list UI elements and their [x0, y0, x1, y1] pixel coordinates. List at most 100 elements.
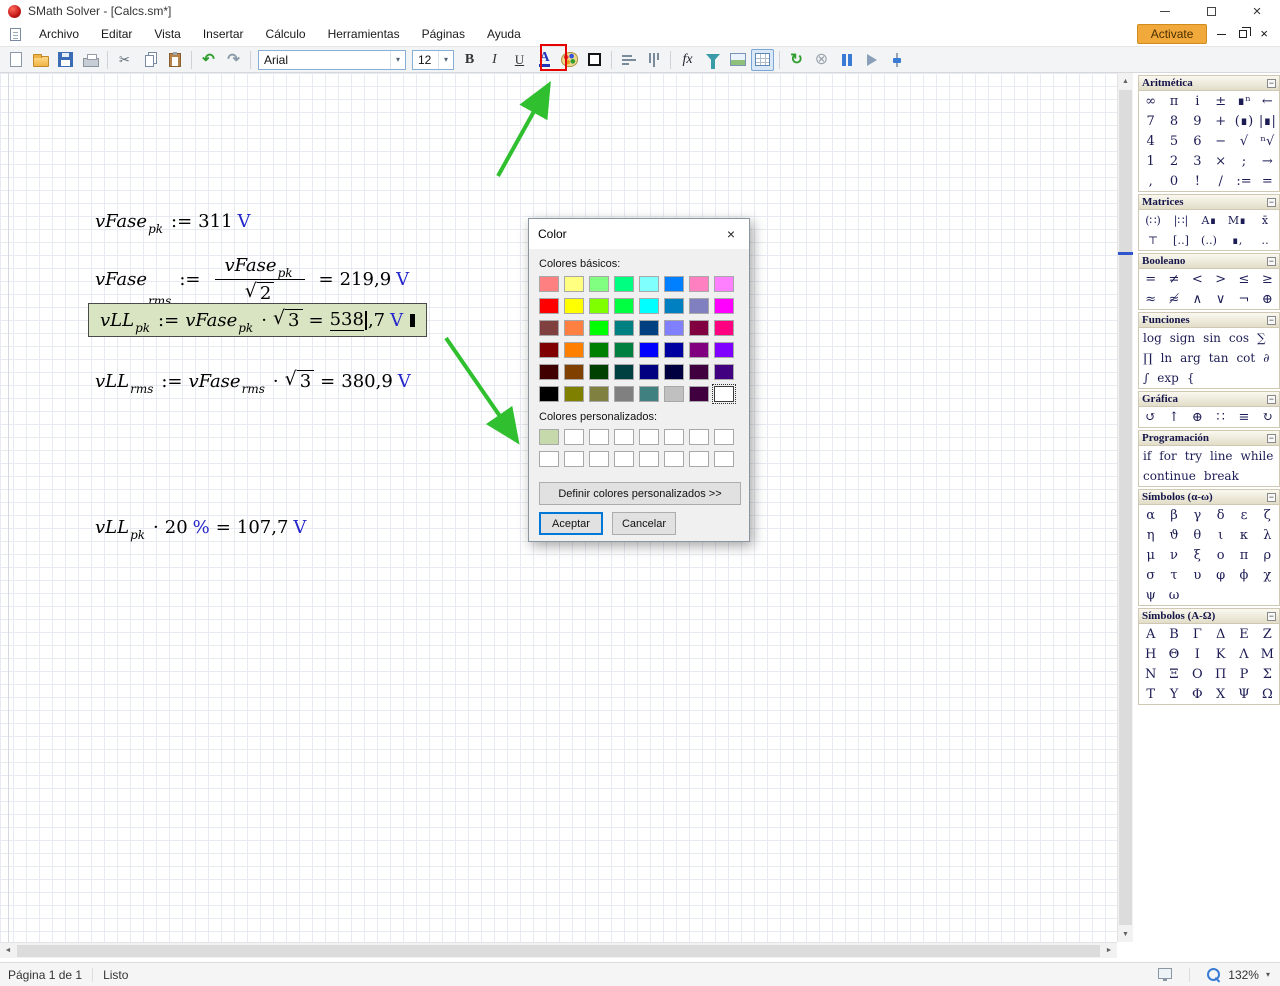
palette-item[interactable]: ∑ — [1253, 328, 1270, 348]
palette-item[interactable]: ∷ — [1209, 407, 1232, 427]
zoom-icon[interactable] — [1207, 968, 1221, 982]
formula-vll-pk-percent[interactable]: vLLpk·20%=107,7V — [95, 517, 306, 538]
menu-item[interactable]: Herramientas — [317, 24, 411, 44]
color-swatch[interactable] — [614, 451, 634, 467]
palette-item[interactable]: γ — [1186, 505, 1209, 525]
palette-item[interactable]: ∧ — [1186, 289, 1209, 309]
color-swatch[interactable] — [589, 386, 609, 402]
palette-item[interactable]: χ — [1256, 565, 1279, 585]
palette-item[interactable]: i — [1186, 91, 1209, 111]
paste-button[interactable] — [163, 49, 186, 71]
palette-item[interactable]: (‥) — [1195, 230, 1223, 250]
color-swatch[interactable] — [614, 364, 634, 380]
run-button[interactable] — [860, 49, 883, 71]
debug-button[interactable] — [885, 49, 908, 71]
color-swatch[interactable] — [589, 276, 609, 292]
insert-function-button[interactable]: fx — [676, 49, 699, 71]
palette-item[interactable]: := — [1232, 171, 1255, 191]
palette-item[interactable]: Μ — [1256, 644, 1279, 664]
collapse-icon[interactable]: − — [1267, 395, 1276, 404]
palette-item[interactable]: θ — [1186, 525, 1209, 545]
display-icon[interactable] — [1158, 968, 1172, 979]
palette-item[interactable]: ↑ — [1162, 407, 1185, 427]
zoom-dropdown-icon[interactable]: ▾ — [1266, 970, 1270, 979]
collapse-icon[interactable]: − — [1267, 493, 1276, 502]
font-family-select[interactable]: Arial ▾ — [258, 50, 406, 70]
color-swatch[interactable] — [614, 342, 634, 358]
palette-item[interactable]: 7 — [1139, 111, 1162, 131]
menu-item[interactable]: Vista — [143, 24, 191, 44]
palette-item[interactable]: ∏ — [1139, 348, 1157, 368]
italic-button[interactable]: I — [483, 49, 506, 71]
palette-item[interactable]: { — [1183, 368, 1199, 388]
font-color-button[interactable]: A — [533, 49, 556, 71]
formula-vfase-pk[interactable]: vFasepk:=311V — [95, 211, 251, 232]
palette-item[interactable]: ϕ — [1232, 565, 1255, 585]
palette-item[interactable]: ∨ — [1209, 289, 1232, 309]
palette-item[interactable]: Θ — [1162, 644, 1185, 664]
palette-item[interactable]: |∎| — [1256, 111, 1279, 131]
accept-button[interactable]: Aceptar — [539, 512, 603, 535]
formula-vll-pk-selected[interactable]: vLLpk:=vFasepk·√3=538,7V — [88, 303, 427, 337]
palette-item[interactable]: = — [1139, 269, 1162, 289]
border-button[interactable] — [583, 49, 606, 71]
palette-item[interactable]: while — [1237, 446, 1278, 466]
palette-item[interactable]: arg — [1176, 348, 1205, 368]
vertical-scroll-thumb[interactable] — [1119, 90, 1132, 925]
palette-item[interactable]: M∎ — [1223, 210, 1251, 230]
color-swatch[interactable] — [614, 429, 634, 445]
color-swatch[interactable] — [689, 298, 709, 314]
color-swatch[interactable] — [589, 429, 609, 445]
color-swatch[interactable] — [664, 320, 684, 336]
color-swatch[interactable] — [564, 429, 584, 445]
palette-item[interactable]: break — [1200, 466, 1243, 486]
menu-item[interactable]: Insertar — [192, 24, 255, 44]
menu-item[interactable]: Cálculo — [255, 24, 317, 44]
palette-item[interactable]: 4 — [1139, 131, 1162, 151]
palette-item[interactable]: Κ — [1209, 644, 1232, 664]
palette-item[interactable]: cos — [1225, 328, 1253, 348]
color-swatch[interactable] — [689, 364, 709, 380]
palette-item[interactable]: / — [1209, 171, 1232, 191]
palette-item[interactable]: for — [1155, 446, 1180, 466]
scroll-left-icon[interactable]: ◄ — [0, 943, 16, 959]
color-swatch[interactable] — [614, 320, 634, 336]
horizontal-scroll-thumb[interactable] — [17, 945, 1100, 957]
cut-button[interactable]: ✂ — [113, 49, 136, 71]
palette-item[interactable]: ∂ — [1259, 348, 1273, 368]
palette-item[interactable]: ± — [1209, 91, 1232, 111]
color-swatch[interactable] — [664, 386, 684, 402]
palette-item[interactable]: ← — [1256, 91, 1279, 111]
color-swatch[interactable] — [539, 364, 559, 380]
palette-item[interactable]: μ — [1139, 545, 1162, 565]
color-swatch[interactable] — [564, 451, 584, 467]
palette-item[interactable]: ∎ⁿ — [1232, 91, 1255, 111]
palette-item[interactable]: Δ — [1209, 624, 1232, 644]
palette-item[interactable]: |∷| — [1167, 210, 1195, 230]
palette-item[interactable]: ∞ — [1139, 91, 1162, 111]
palette-item[interactable]: Β — [1162, 624, 1185, 644]
palette-item[interactable]: 0 — [1162, 171, 1185, 191]
scroll-up-icon[interactable]: ▲ — [1118, 73, 1133, 89]
palette-item[interactable]: ο — [1209, 545, 1232, 565]
palette-item[interactable]: ↻ — [1256, 407, 1279, 427]
palette-item[interactable]: (∎) — [1232, 111, 1255, 131]
color-swatch[interactable] — [714, 298, 734, 314]
color-swatch[interactable] — [589, 364, 609, 380]
menu-item[interactable]: Editar — [90, 24, 143, 44]
color-swatch[interactable] — [664, 298, 684, 314]
palette-item[interactable]: A∎ — [1195, 210, 1223, 230]
panel-header-booleano[interactable]: Booleano− — [1139, 254, 1279, 269]
palette-item[interactable]: Ι — [1186, 644, 1209, 664]
horizontal-scrollbar[interactable]: ◄ ► — [0, 942, 1117, 958]
palette-item[interactable]: = — [1256, 171, 1279, 191]
panel-header-matrices[interactable]: Matrices− — [1139, 195, 1279, 210]
menu-item[interactable]: Archivo — [28, 24, 90, 44]
copy-button[interactable] — [138, 49, 161, 71]
maximize-button[interactable] — [1188, 0, 1234, 22]
palette-item[interactable]: Φ — [1186, 684, 1209, 704]
color-swatch[interactable] — [689, 429, 709, 445]
palette-item[interactable]: > — [1209, 269, 1232, 289]
palette-item[interactable]: ρ — [1256, 545, 1279, 565]
palette-item[interactable]: η — [1139, 525, 1162, 545]
